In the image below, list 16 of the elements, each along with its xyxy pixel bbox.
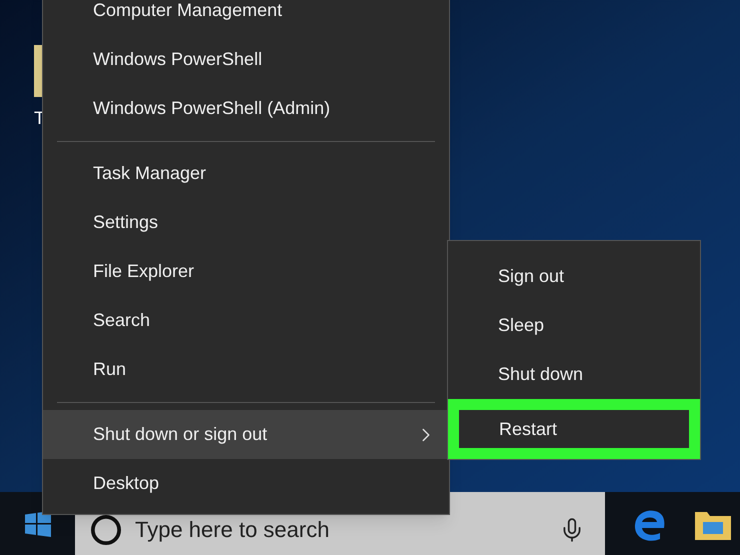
menu-item[interactable]: Restart	[448, 399, 700, 459]
windows-logo-icon	[24, 510, 50, 536]
menu-item[interactable]: Task Manager	[43, 149, 449, 198]
menu-item[interactable]: Run	[43, 345, 449, 394]
menu-item[interactable]: Windows PowerShell (Admin)	[43, 84, 449, 133]
menu-item[interactable]: Windows PowerShell	[43, 35, 449, 84]
menu-item[interactable]: Computer Management	[43, 0, 449, 35]
menu-item[interactable]: File Explorer	[43, 247, 449, 296]
circle-icon[interactable]	[91, 514, 121, 544]
menu-item[interactable]: Search	[43, 296, 449, 345]
menu-item[interactable]: Shut down	[448, 350, 700, 399]
menu-item[interactable]: Sign out	[448, 252, 700, 301]
menu-item[interactable]: Sleep	[448, 301, 700, 350]
menu-item[interactable]: Shut down or sign out	[43, 410, 449, 459]
search-input[interactable]: Type here to search	[135, 513, 559, 546]
menu-item[interactable]: Settings	[43, 198, 449, 247]
